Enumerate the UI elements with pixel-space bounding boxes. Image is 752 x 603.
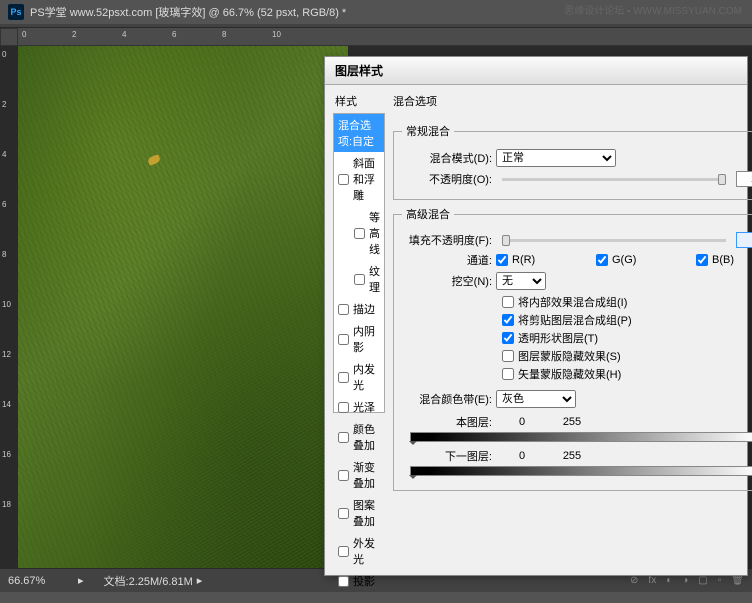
- opacity-input[interactable]: [736, 171, 752, 187]
- style-label: 内阴影: [353, 323, 380, 355]
- opacity-label: 不透明度(O):: [402, 171, 492, 187]
- style-label: 外发光: [353, 535, 380, 567]
- this-layer-label: 本图层:: [402, 414, 502, 430]
- channel-r[interactable]: R(R): [496, 254, 586, 266]
- fill-input[interactable]: [736, 232, 752, 248]
- mask-icon[interactable]: ◐: [666, 575, 672, 586]
- layer-style-dialog: 图层样式 样式 混合选项:自定斜面和浮雕等高线纹理描边内阴影内发光光泽颜色叠加渐…: [324, 56, 748, 576]
- style-checkbox[interactable]: [338, 334, 349, 345]
- general-legend: 常规混合: [402, 123, 454, 139]
- style-checkbox[interactable]: [354, 228, 365, 239]
- channels-label: 通道:: [402, 252, 492, 268]
- style-label: 光泽: [353, 399, 375, 415]
- style-item[interactable]: 渐变叠加: [334, 456, 384, 494]
- new-icon[interactable]: ▫: [718, 575, 722, 586]
- channel-g[interactable]: G(G): [596, 254, 686, 266]
- style-item[interactable]: 描边: [334, 298, 384, 320]
- adv-check[interactable]: 矢量蒙版隐藏效果(H): [502, 366, 752, 382]
- style-checkbox[interactable]: [354, 274, 365, 285]
- style-checkbox[interactable]: [338, 304, 349, 315]
- style-checkbox[interactable]: [338, 470, 349, 481]
- canvas-image: [18, 46, 348, 568]
- style-label: 等高线: [369, 209, 380, 257]
- style-label: 颜色叠加: [353, 421, 380, 453]
- styles-panel: 样式 混合选项:自定斜面和浮雕等高线纹理描边内阴影内发光光泽颜色叠加渐变叠加图案…: [333, 93, 385, 567]
- adv-check[interactable]: 将内部效果混合成组(I): [502, 294, 752, 310]
- style-item[interactable]: 外发光: [334, 532, 384, 570]
- style-item[interactable]: 图案叠加: [334, 494, 384, 532]
- style-item[interactable]: 投影: [334, 570, 384, 592]
- style-checkbox[interactable]: [338, 432, 349, 443]
- style-item[interactable]: 斜面和浮雕: [334, 152, 384, 206]
- style-label: 斜面和浮雕: [353, 155, 380, 203]
- ps-icon: Ps: [8, 4, 24, 20]
- knockout-label: 挖空(N):: [402, 273, 492, 289]
- style-checkbox[interactable]: [338, 174, 349, 185]
- blend-mode-label: 混合模式(D):: [402, 150, 492, 166]
- options-panel: 混合选项 常规混合 混合模式(D): 正常 不透明度(O): % 高: [393, 93, 752, 567]
- doc-info: 文档:2.25M/6.81M: [104, 573, 193, 589]
- style-label: 描边: [353, 301, 375, 317]
- styles-label: 样式: [333, 93, 385, 109]
- styles-list: 混合选项:自定斜面和浮雕等高线纹理描边内阴影内发光光泽颜色叠加渐变叠加图案叠加外…: [333, 113, 385, 413]
- style-checkbox[interactable]: [338, 508, 349, 519]
- watermark: 思缘设计论坛 - WWW.MISSYUAN.COM: [564, 2, 742, 17]
- knockout-select[interactable]: 无: [496, 272, 546, 290]
- style-label: 内发光: [353, 361, 380, 393]
- opacity-slider[interactable]: [502, 178, 726, 181]
- fx-icon[interactable]: fx: [648, 575, 656, 586]
- blend-options-title: 混合选项: [393, 93, 752, 113]
- adv-check[interactable]: 图层蒙版隐藏效果(S): [502, 348, 752, 364]
- zoom-level[interactable]: 66.67%: [8, 575, 78, 587]
- style-label: 图案叠加: [353, 497, 380, 529]
- ruler-horizontal[interactable]: 0 2 4 6 8 10: [18, 28, 752, 46]
- arrow-icon[interactable]: ▸: [78, 574, 84, 587]
- status-icons: ⊘ fx ◐ ◑ ▢ ▫ 🗑: [630, 575, 744, 586]
- ruler-corner: [0, 28, 18, 46]
- general-blend-group: 常规混合 混合模式(D): 正常 不透明度(O): %: [393, 123, 752, 200]
- style-item[interactable]: 光泽: [334, 396, 384, 418]
- advanced-blend-group: 高级混合 填充不透明度(F): % 通道: R(R) G(G) B(B): [393, 206, 752, 491]
- style-item[interactable]: 内发光: [334, 358, 384, 396]
- dialog-title[interactable]: 图层样式: [325, 57, 747, 85]
- adv-check[interactable]: 透明形状图层(T): [502, 330, 752, 346]
- under-layer-slider[interactable]: [410, 466, 752, 476]
- style-label: 投影: [353, 573, 375, 589]
- adv-check[interactable]: 将剪贴图层混合成组(P): [502, 312, 752, 328]
- blendif-label: 混合颜色带(E):: [402, 391, 492, 407]
- document-title: PS学堂 www.52psxt.com [玻璃字效] @ 66.7% (52 p…: [30, 4, 346, 20]
- advanced-legend: 高级混合: [402, 206, 454, 222]
- under-layer-label: 下一图层:: [402, 448, 502, 464]
- trash-icon[interactable]: 🗑: [731, 575, 744, 586]
- style-label: 混合选项:自定: [338, 117, 380, 149]
- style-item[interactable]: 混合选项:自定: [334, 114, 384, 152]
- this-layer-slider[interactable]: [410, 432, 752, 442]
- blend-mode-select[interactable]: 正常: [496, 149, 616, 167]
- channel-b[interactable]: B(B): [696, 254, 752, 266]
- style-item[interactable]: 内阴影: [334, 320, 384, 358]
- arrow-icon[interactable]: ▸: [197, 574, 203, 587]
- style-checkbox[interactable]: [338, 372, 349, 383]
- style-item[interactable]: 纹理: [334, 260, 384, 298]
- style-label: 纹理: [369, 263, 380, 295]
- fill-label: 填充不透明度(F):: [402, 232, 492, 248]
- adjust-icon[interactable]: ◑: [682, 575, 688, 586]
- style-item[interactable]: 颜色叠加: [334, 418, 384, 456]
- style-label: 渐变叠加: [353, 459, 380, 491]
- fill-slider[interactable]: [502, 239, 726, 242]
- style-checkbox[interactable]: [338, 576, 349, 587]
- style-item[interactable]: 等高线: [334, 206, 384, 260]
- link-icon[interactable]: ⊘: [630, 575, 638, 586]
- style-checkbox[interactable]: [338, 546, 349, 557]
- style-checkbox[interactable]: [338, 402, 349, 413]
- folder-icon[interactable]: ▢: [698, 575, 707, 586]
- blending-options-group: 混合选项: [393, 93, 752, 117]
- blendif-select[interactable]: 灰色: [496, 390, 576, 408]
